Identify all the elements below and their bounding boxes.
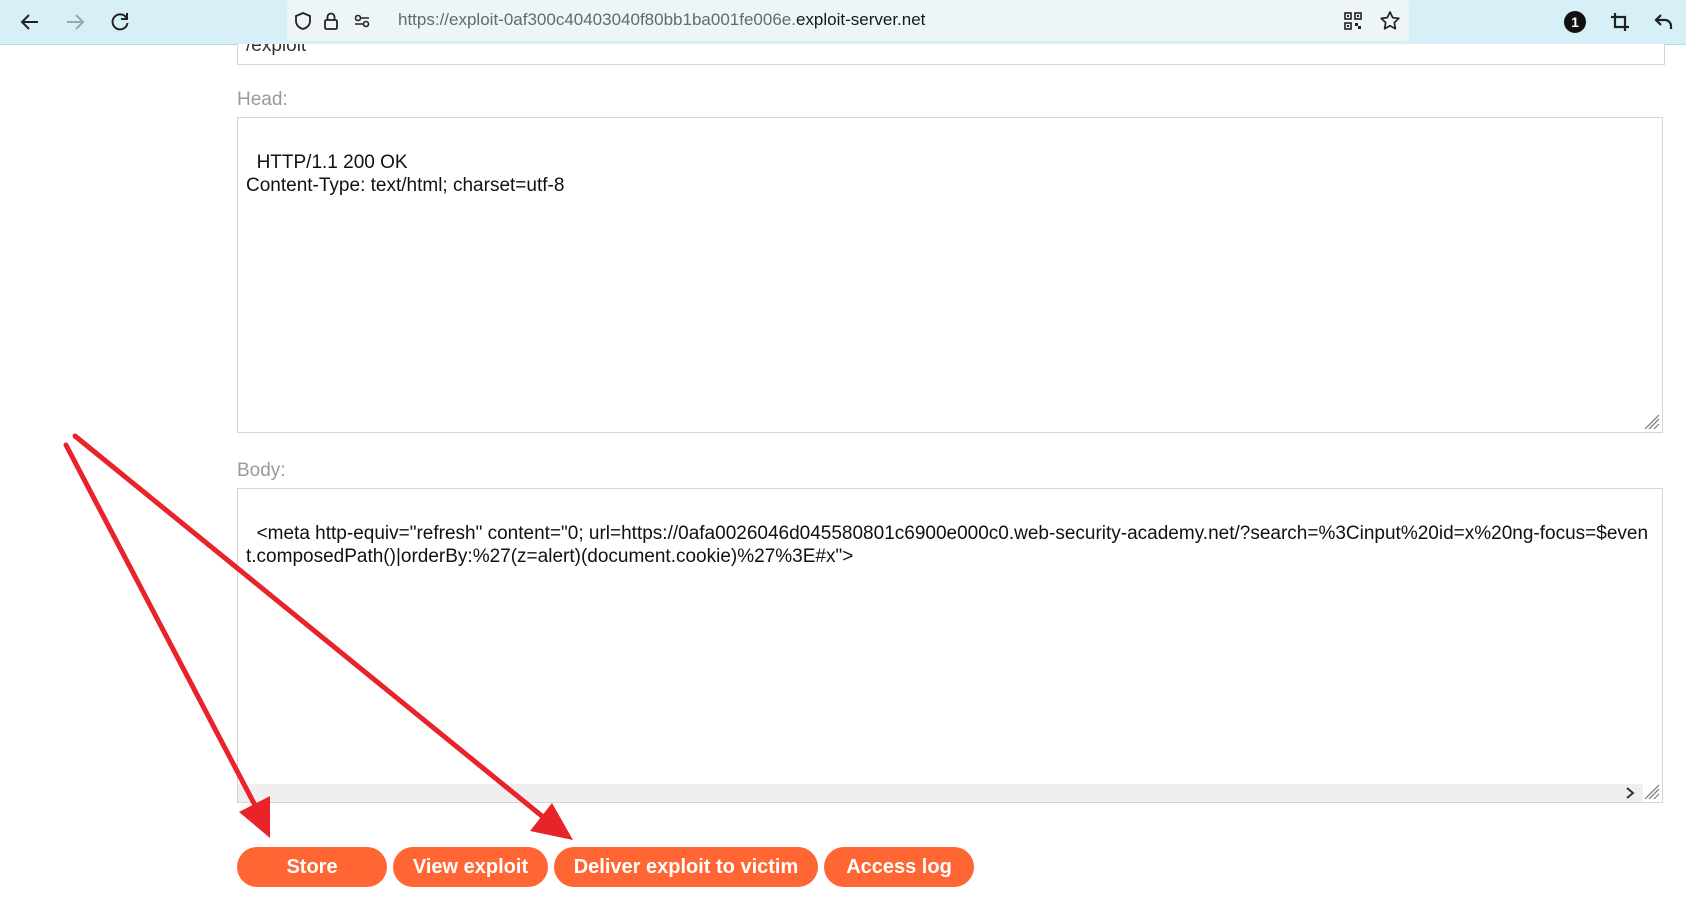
deliver-exploit-button[interactable]: Deliver exploit to victim	[554, 847, 818, 887]
head-value: HTTP/1.1 200 OK Content-Type: text/html;…	[246, 152, 565, 196]
body-value: <meta http-equiv="refresh" content="0; u…	[246, 523, 1649, 567]
head-label: Head:	[237, 89, 288, 110]
resize-handle-icon[interactable]	[1644, 414, 1660, 430]
url-text[interactable]: https://exploit-0af300c40403040f80bb1ba0…	[398, 10, 925, 30]
horizontal-scrollbar[interactable]	[238, 784, 1643, 802]
url-domain: exploit-server.net	[795, 10, 926, 29]
forward-icon	[67, 14, 85, 30]
store-button[interactable]: Store	[237, 847, 387, 887]
head-textarea[interactable]: HTTP/1.1 200 OK Content-Type: text/html;…	[237, 117, 1663, 433]
qr-code-icon[interactable]	[1342, 10, 1364, 32]
forward-button[interactable]	[61, 8, 89, 36]
extension-button[interactable]: 1	[1562, 9, 1588, 35]
bookmark-star-icon[interactable]	[1379, 10, 1401, 32]
file-value: /exploit	[246, 44, 307, 56]
extension-badge: 1	[1571, 14, 1579, 30]
access-log-button[interactable]: Access log	[824, 847, 974, 887]
address-bar[interactable]: https://exploit-0af300c40403040f80bb1ba0…	[287, 0, 1409, 41]
undo-icon	[1654, 14, 1673, 29]
chevron-right-icon[interactable]	[1623, 786, 1637, 800]
lock-icon[interactable]	[320, 10, 342, 32]
url-prefix: https://exploit-0af300c40403040f80bb1ba0…	[398, 10, 796, 29]
reload-icon	[111, 13, 129, 31]
view-exploit-button[interactable]: View exploit	[393, 847, 548, 887]
undo-button[interactable]	[1651, 9, 1677, 35]
body-textarea[interactable]: <meta http-equiv="refresh" content="0; u…	[237, 488, 1663, 803]
crop-button[interactable]	[1607, 9, 1633, 35]
resize-handle-icon[interactable]	[1644, 784, 1660, 800]
back-button[interactable]	[16, 8, 44, 36]
file-field[interactable]: /exploit	[237, 44, 1665, 65]
shield-icon[interactable]	[292, 10, 314, 32]
reload-button[interactable]	[106, 8, 134, 36]
crop-icon	[1611, 13, 1629, 31]
browser-toolbar: https://exploit-0af300c40403040f80bb1ba0…	[0, 0, 1686, 45]
body-label: Body:	[237, 460, 286, 481]
back-icon	[20, 14, 38, 30]
permissions-icon[interactable]	[351, 10, 373, 32]
